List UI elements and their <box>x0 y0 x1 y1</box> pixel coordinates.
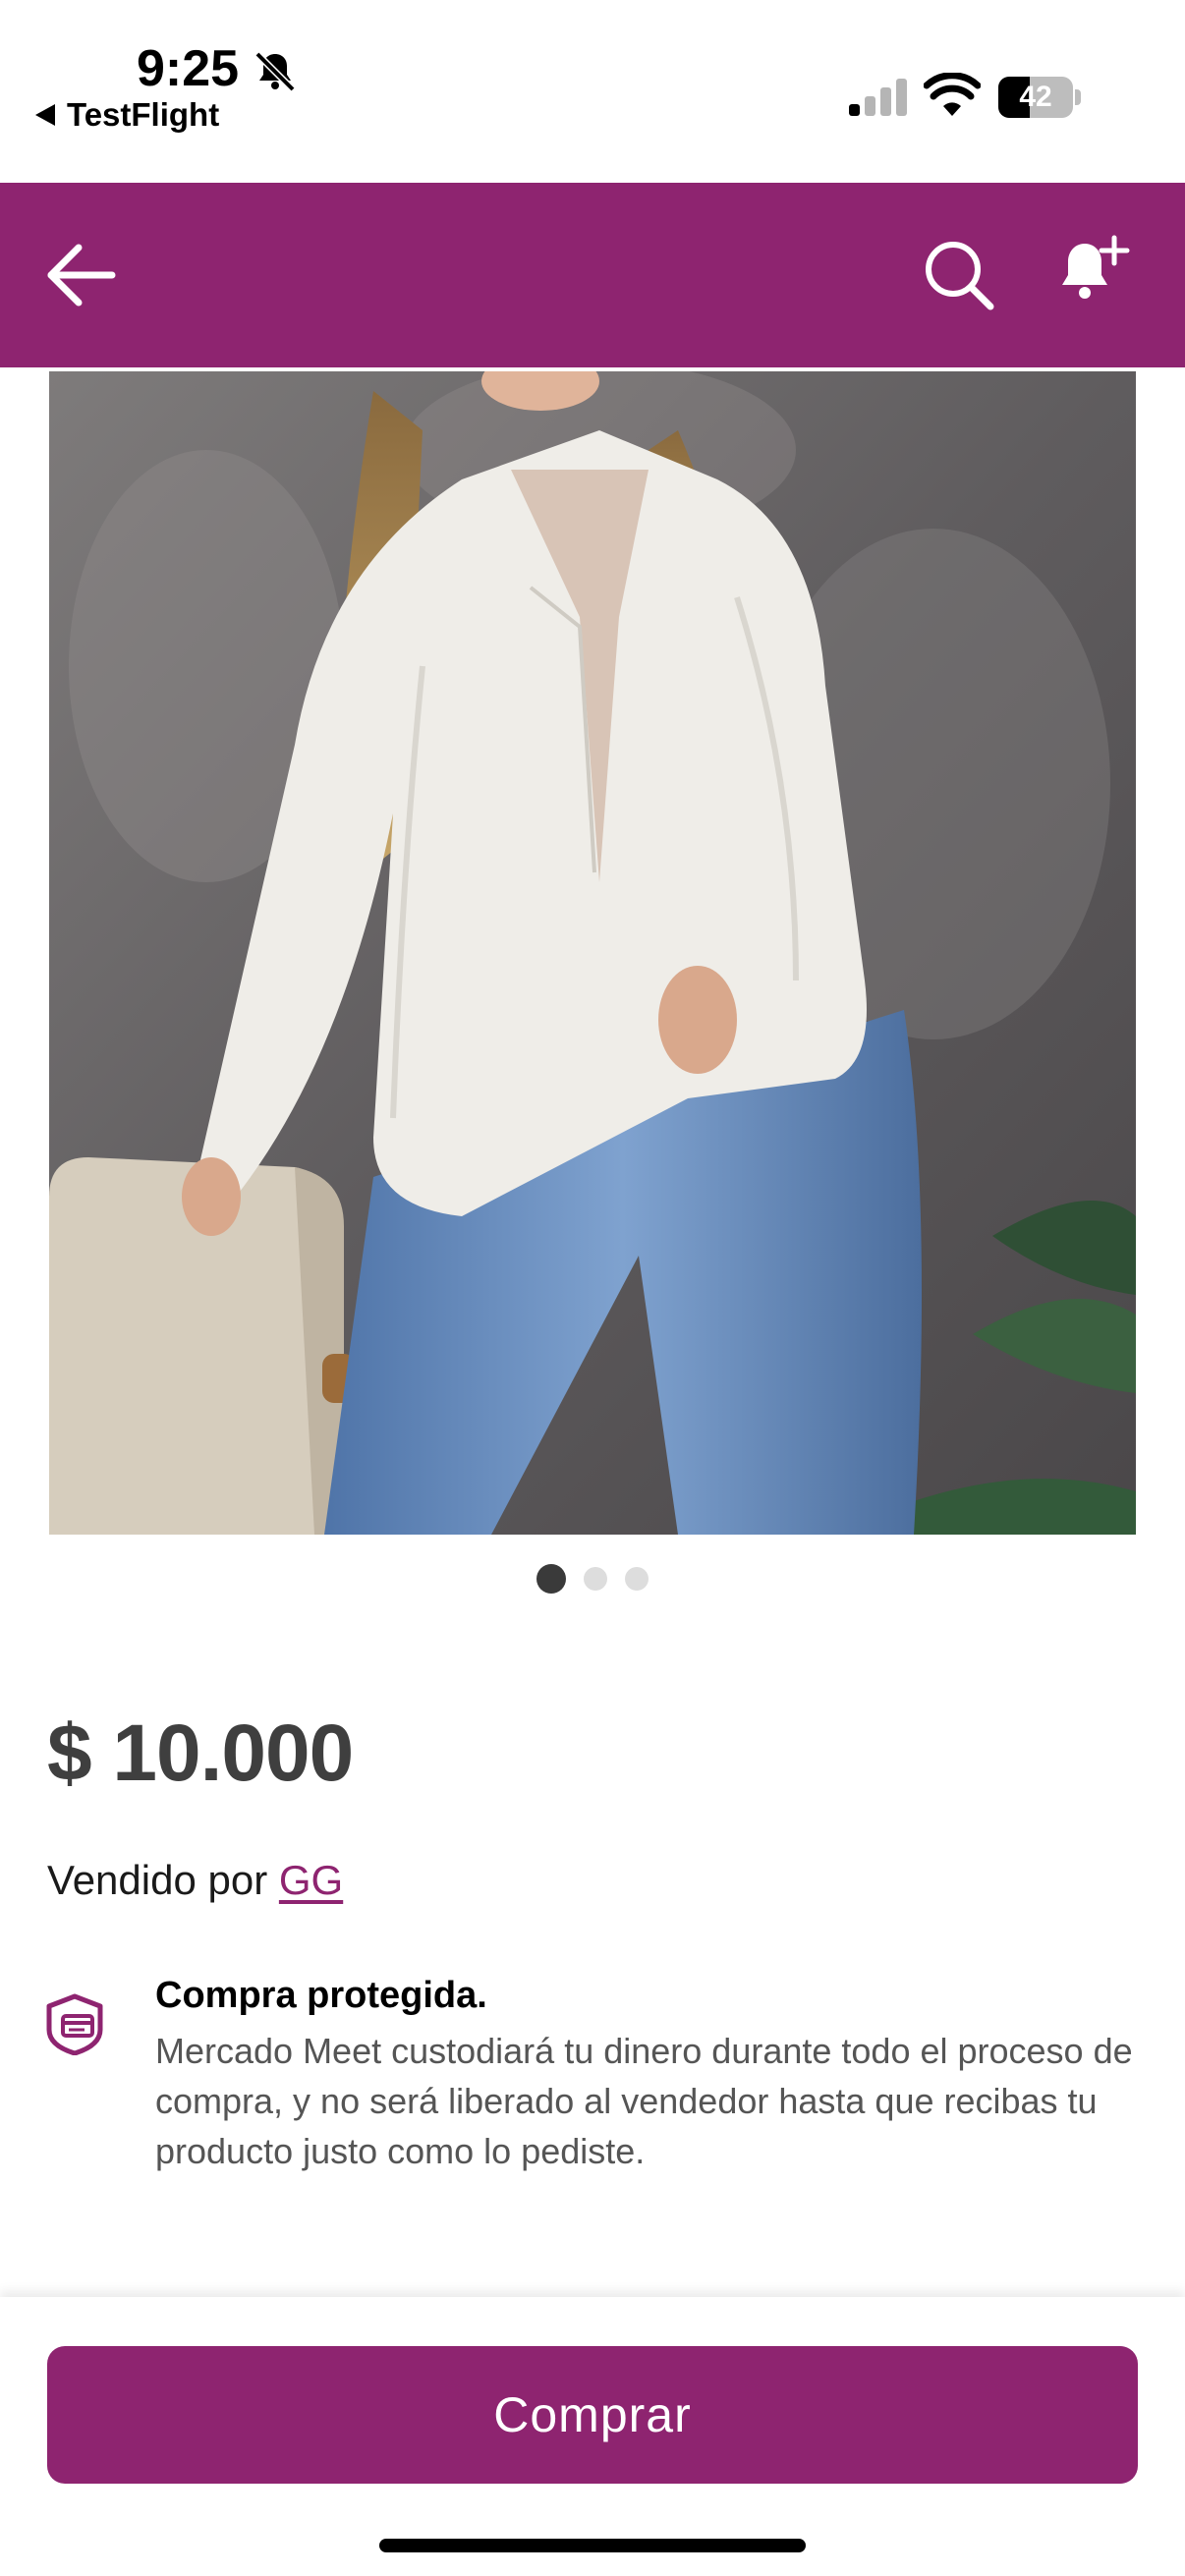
gallery-pagination <box>0 1564 1185 1594</box>
protection-description: Mercado Meet custodiará tu dinero durant… <box>155 2031 1133 2171</box>
product-detail-screen: 9:25 TestFlight 42 $ 10.000 Vendido por … <box>0 0 1185 2576</box>
back-to-app-link[interactable]: TestFlight <box>35 96 219 134</box>
product-image-gallery[interactable] <box>49 371 1136 1535</box>
cellular-signal-icon <box>849 79 907 116</box>
home-indicator[interactable] <box>379 2539 806 2552</box>
bell-plus-icon <box>1062 235 1130 299</box>
status-bar: 9:25 TestFlight 42 <box>0 0 1185 183</box>
back-triangle-icon <box>35 104 55 126</box>
signal-bar <box>849 104 860 116</box>
gallery-dot[interactable] <box>625 1567 649 1591</box>
buy-button[interactable]: Comprar <box>47 2346 1138 2484</box>
gallery-dot[interactable] <box>536 1564 566 1594</box>
search-icon <box>926 242 994 310</box>
notify-button[interactable] <box>1044 222 1142 320</box>
back-button[interactable] <box>31 226 130 324</box>
bell-off-icon <box>254 51 296 92</box>
shield-card-icon <box>46 1993 103 2055</box>
battery-level: 42 <box>1019 81 1052 113</box>
app-header <box>0 183 1185 367</box>
wifi-icon <box>924 73 981 116</box>
battery-indicator: 42 <box>998 77 1081 118</box>
arrow-left-icon <box>47 244 116 307</box>
gallery-dot[interactable] <box>584 1567 607 1591</box>
battery-body: 42 <box>998 77 1073 118</box>
bottom-action-bar: Comprar <box>0 2297 1185 2576</box>
signal-bar <box>896 79 907 116</box>
product-photo <box>49 371 1136 1535</box>
search-button[interactable] <box>910 226 1008 324</box>
status-time: 9:25 <box>137 40 240 97</box>
signal-bar <box>865 96 875 116</box>
seller-link[interactable]: GG <box>279 1857 343 1903</box>
seller-line: Vendido por GG <box>47 1857 343 1904</box>
back-app-label: TestFlight <box>67 96 220 133</box>
protection-title: Compra protegida. <box>155 1975 487 2016</box>
product-price: $ 10.000 <box>47 1708 354 1798</box>
battery-cap <box>1075 89 1081 105</box>
signal-bar <box>880 87 891 116</box>
seller-prefix: Vendido por <box>47 1857 279 1903</box>
